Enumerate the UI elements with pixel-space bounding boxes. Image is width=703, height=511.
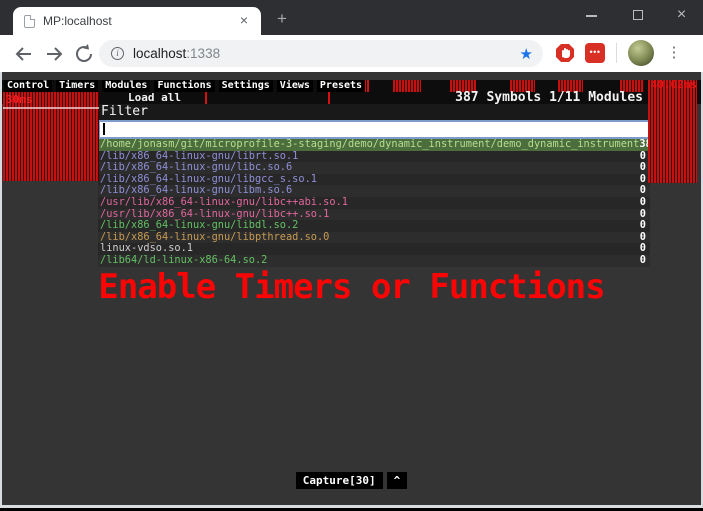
capture-row: Capture[30] ^ — [2, 472, 701, 489]
window-maximize-button[interactable] — [624, 5, 651, 27]
tab-close-icon[interactable]: × — [235, 12, 253, 30]
module-path: /usr/lib/x86_64-linux-gnu/libc++abi.so.1 — [98, 197, 348, 209]
module-row[interactable]: /usr/lib/x86_64-linux-gnu/libc++abi.so.1… — [98, 197, 650, 209]
toolbar-divider — [616, 43, 617, 63]
scale-label: 30ms — [6, 93, 33, 106]
bookmark-star-icon[interactable]: ★ — [520, 45, 533, 63]
back-icon[interactable] — [12, 42, 36, 66]
frame-bar-cluster — [393, 80, 421, 92]
capture-button[interactable]: Capture[30] — [296, 472, 383, 489]
warning-text: Enable Timers or Functions — [2, 267, 701, 307]
module-path: /usr/lib/x86_64-linux-gnu/libc++.so.1 — [98, 209, 329, 221]
scale-30ms-line — [3, 107, 99, 109]
module-path: /lib/x86_64-linux-gnu/libdl.so.2 — [98, 220, 298, 232]
module-row[interactable]: /usr/lib/x86_64-linux-gnu/libc++.so.1 0 — [98, 209, 650, 221]
url-text[interactable]: localhost:1338 — [133, 46, 520, 61]
menu-item-views[interactable]: Views — [277, 80, 313, 92]
module-row[interactable]: /lib/x86_64-linux-gnu/libgcc_s.so.10 — [98, 174, 650, 186]
browser-toolbar: i localhost:1338 ★ ••• ⋮ — [0, 35, 703, 72]
url-host: localhost — [133, 46, 186, 61]
tab-title: MP:localhost — [43, 14, 235, 28]
browser-tab[interactable]: MP:localhost × — [13, 7, 261, 35]
title-bar: MP:localhost × + × — [0, 0, 703, 35]
module-path: linux-vdso.so.1 — [98, 243, 193, 255]
frame-bar-tick — [205, 92, 207, 104]
frame-bar-tick — [328, 92, 330, 104]
site-info-icon[interactable]: i — [111, 47, 124, 60]
reload-icon[interactable] — [72, 42, 96, 66]
symbols-status: 387 Symbols 1/11 Modules — [455, 91, 643, 104]
forward-icon[interactable] — [42, 42, 66, 66]
module-path: /lib/x86_64-linux-gnu/libm.so.6 — [98, 185, 292, 197]
module-path: /home/jonasm/git/microprofile-3-staging/… — [98, 139, 639, 151]
filter-input[interactable] — [98, 120, 650, 139]
module-path: /lib64/ld-linux-x86-64.so.2 — [98, 255, 267, 267]
capture-expand-button[interactable]: ^ — [387, 472, 408, 489]
module-path: /lib/x86_64-linux-gnu/libgcc_s.so.1 — [98, 174, 317, 186]
menu-item-timers[interactable]: Timers — [56, 80, 98, 92]
page-icon — [24, 15, 35, 28]
dots-extension-icon[interactable]: ••• — [585, 43, 605, 63]
module-count: 0 — [640, 232, 650, 244]
window-close-button[interactable]: × — [668, 5, 695, 27]
frame-time-bars-right[interactable] — [648, 80, 697, 183]
module-row[interactable]: /home/jonasm/git/microprofile-3-staging/… — [98, 139, 650, 151]
profiler-menu: ControlTimersModulesFunctionsSettingsVie… — [4, 80, 365, 92]
url-port: :1338 — [186, 46, 220, 61]
module-row[interactable]: /lib/x86_64-linux-gnu/libc.so.60 — [98, 162, 650, 174]
module-row[interactable]: /lib/x86_64-linux-gnu/librt.so.10 — [98, 151, 650, 163]
profile-avatar[interactable] — [628, 40, 654, 66]
module-count: 0 — [640, 197, 650, 209]
module-count: 0 — [640, 185, 650, 197]
menu-item-settings[interactable]: Settings — [219, 80, 273, 92]
module-path: /lib/x86_64-linux-gnu/libpthread.so.0 — [98, 232, 329, 244]
address-bar[interactable]: i localhost:1338 ★ — [99, 40, 543, 67]
blocker-extension-icon[interactable] — [555, 43, 575, 63]
frame-bar-tick — [367, 80, 369, 92]
module-count: 0 — [640, 255, 650, 267]
module-row[interactable]: /lib/x86_64-linux-gnu/libm.so.6 0 — [98, 185, 650, 197]
module-list: /home/jonasm/git/microprofile-3-staging/… — [98, 139, 650, 267]
browser-window: MP:localhost × + × i localhost:1338 ★ ••… — [0, 0, 703, 511]
module-row[interactable]: /lib64/ld-linux-x86-64.so.2 0 — [98, 255, 650, 267]
browser-menu-icon[interactable]: ⋮ — [666, 42, 682, 64]
text-caret — [103, 123, 105, 135]
module-count: 0 — [640, 220, 650, 232]
load-all-button[interactable]: Load all — [128, 92, 181, 104]
menu-item-presets[interactable]: Presets — [317, 80, 365, 92]
module-row[interactable]: /lib/x86_64-linux-gnu/libpthread.so.0 0 — [98, 232, 650, 244]
filter-panel: Filter /home/jonasm/git/microprofile-3-s… — [98, 104, 650, 267]
module-count: 0 — [640, 243, 650, 255]
profiler-page: ControlTimersModulesFunctionsSettingsVie… — [0, 72, 703, 508]
module-row[interactable]: linux-vdso.so.1 0 — [98, 243, 650, 255]
module-row[interactable]: /lib/x86_64-linux-gnu/libdl.so.2 0 — [98, 220, 650, 232]
filter-label: Filter — [98, 104, 650, 120]
menu-item-control[interactable]: Control — [4, 80, 52, 92]
module-path: /lib/x86_64-linux-gnu/libc.so.6 — [98, 162, 292, 174]
window-minimize-button[interactable] — [578, 5, 605, 27]
module-count: 0 — [640, 209, 650, 221]
new-tab-button[interactable]: + — [272, 9, 292, 29]
module-path: /lib/x86_64-linux-gnu/librt.so.1 — [98, 151, 298, 163]
frame-time-label: 40.02ms — [651, 78, 697, 91]
